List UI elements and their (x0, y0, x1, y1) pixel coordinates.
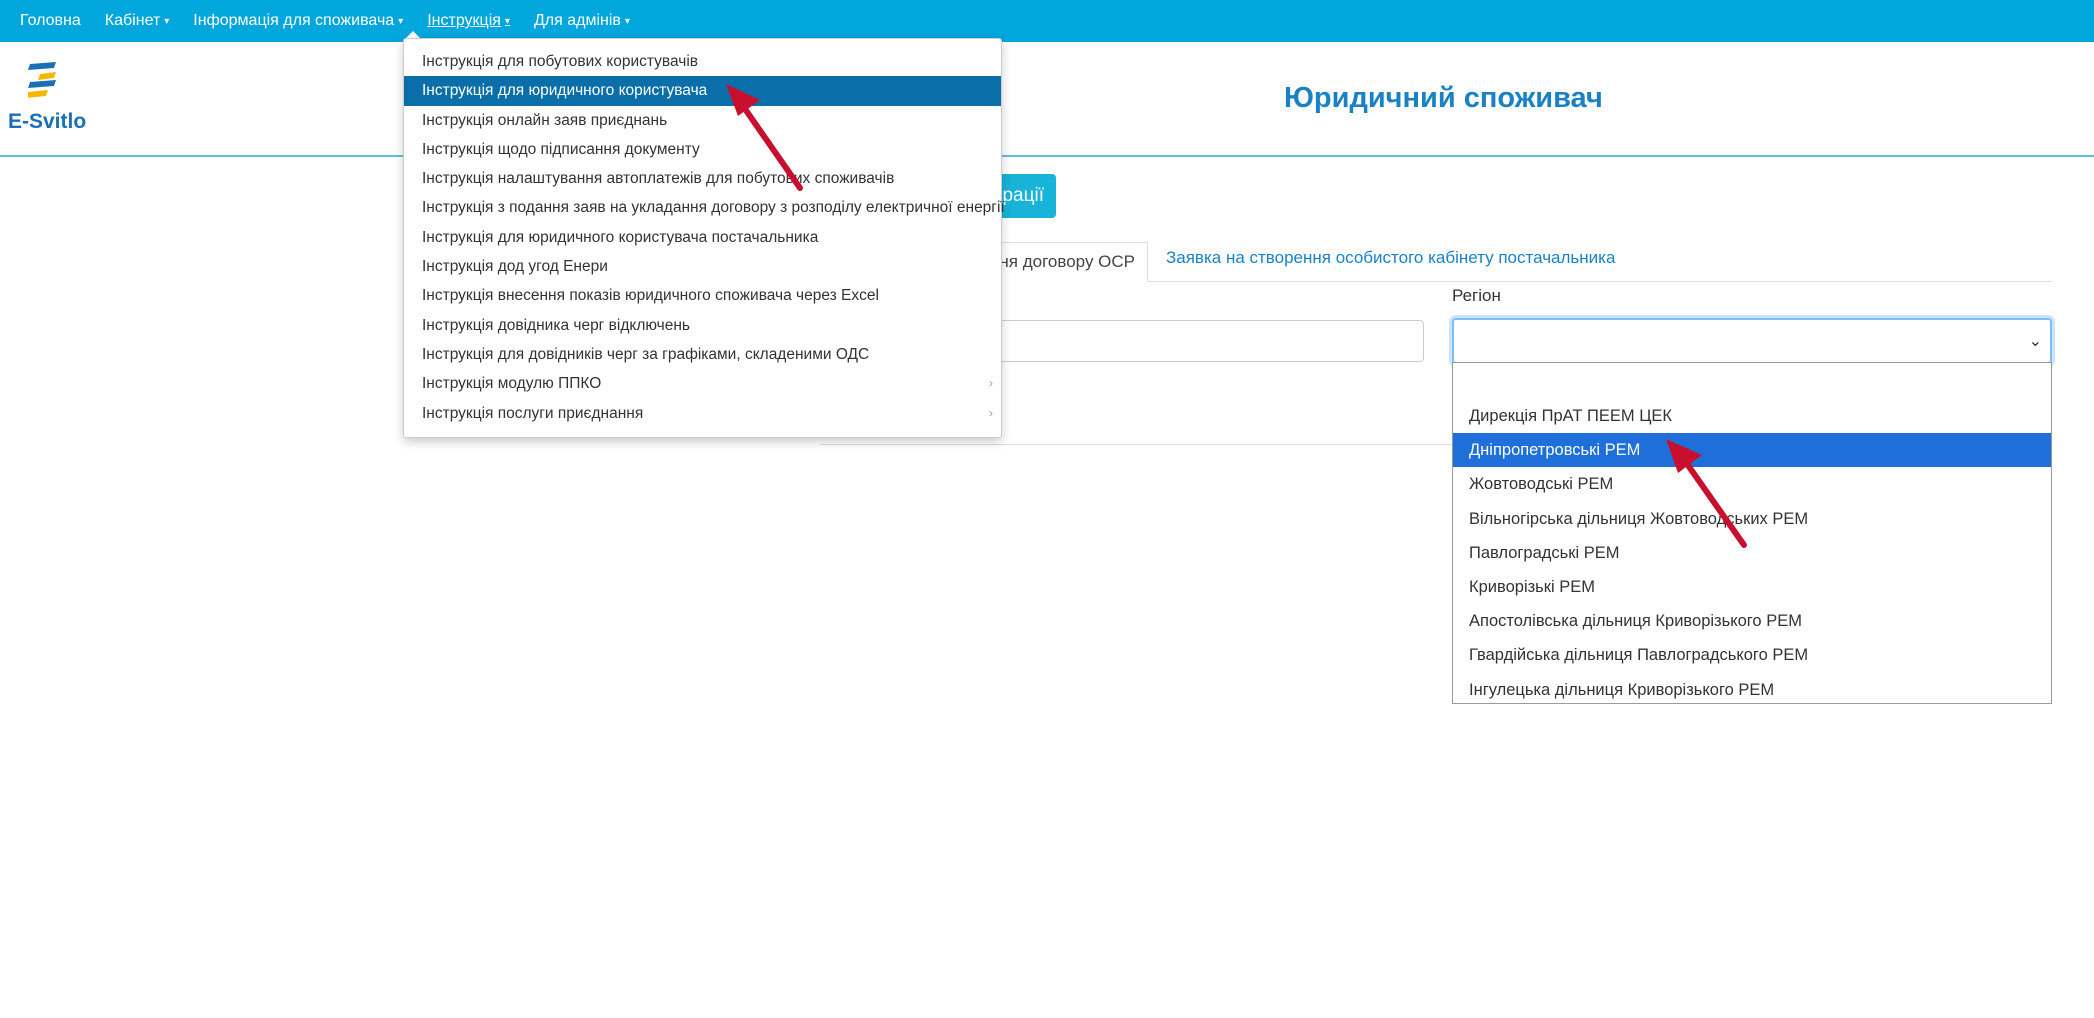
nav-item-admins[interactable]: Для адмінів ▾ (534, 12, 630, 30)
nav-item-label: Кабінет (104, 12, 161, 29)
menu-item-legal-user-instruction[interactable]: Інструкція для юридичного користувача (404, 76, 1001, 106)
logo-icon (28, 62, 56, 98)
menu-item-supplier-legal-instruction[interactable]: Інструкція для юридичного користувача по… (404, 223, 1001, 252)
menu-item-label: Інструкція модулю ППКО (422, 375, 602, 393)
region-option[interactable]: Жовтоводські РЕМ (1453, 467, 2051, 501)
nav-item-label: Головна (20, 12, 81, 29)
tab-label: ня договору ОСР (999, 252, 1135, 271)
form-divider (820, 444, 1452, 445)
region-option[interactable]: Павлоградські РЕМ (1453, 536, 2051, 570)
region-select[interactable]: ⌄ (1452, 318, 2052, 364)
menu-item-label: Інструкція налаштування автоплатежів для… (422, 170, 895, 188)
menu-item-label: Інструкція для довідників черг за графік… (422, 345, 870, 363)
menu-item-connection-service-instruction[interactable]: Інструкція послуги приєднання › (404, 399, 1001, 428)
menu-caret-icon (406, 31, 420, 38)
nav-item-cabinet[interactable]: Кабінет ▾ (105, 12, 170, 30)
menu-item-label: Інструкція з подання заяв на укладання д… (422, 199, 1005, 217)
menu-item-label: Інструкція для юридичного користувача (422, 82, 708, 100)
chevron-down-icon: ▾ (398, 15, 404, 27)
menu-item-label: Інструкція щодо підписання документу (422, 140, 700, 158)
menu-item-outage-queue-instruction[interactable]: Інструкція довідника черг відключень (404, 311, 1001, 340)
menu-item-enera-agreements-instruction[interactable]: Інструкція дод угод Енери (404, 252, 1001, 281)
menu-item-label: Інструкція дод угод Енери (422, 258, 608, 276)
page-header: E-Svitlo Юридичний споживач (0, 42, 2094, 157)
chevron-right-icon: › (989, 405, 993, 420)
nav-item-consumer-info[interactable]: Інформація для споживача ▾ (193, 12, 403, 30)
menu-item-label: Інструкція послуги приєднання (422, 404, 644, 422)
nav-item-instructions[interactable]: Інструкція ▾ (427, 12, 510, 30)
chevron-down-icon: ▾ (624, 15, 630, 27)
chevron-right-icon: › (989, 376, 993, 391)
menu-item-ods-schedule-instruction[interactable]: Інструкція для довідників черг за графік… (404, 340, 1001, 369)
region-option-empty[interactable] (1453, 363, 2051, 399)
logo-text: E-Svitlo (8, 110, 87, 133)
top-navbar: Головна Кабінет ▾ Інформація для спожива… (0, 0, 2094, 42)
region-option-selected[interactable]: Дніпропетровські РЕМ (1453, 433, 2051, 468)
menu-item-excel-readings-instruction[interactable]: Інструкція внесення показів юридичного с… (404, 281, 1001, 310)
region-option[interactable]: Апостолівська дільниця Криворізького РЕМ (1453, 604, 2051, 638)
menu-item-label: Інструкція онлайн заяв приєднань (422, 111, 668, 129)
region-label: Регіон (1452, 286, 1501, 305)
chevron-down-icon: ▾ (164, 15, 170, 27)
region-option[interactable]: Вільногірська дільниця Жовтоводських РЕМ (1453, 502, 2051, 536)
region-option[interactable]: Інгулецька дільниця Криворізького РЕМ (1453, 673, 2051, 707)
nav-item-label: Інформація для споживача (193, 12, 395, 29)
menu-item-ppko-instruction[interactable]: Інструкція модулю ППКО › (404, 369, 1001, 398)
menu-item-household-instruction[interactable]: Інструкція для побутових користувачів (404, 47, 1001, 76)
menu-item-label: Інструкція довідника черг відключень (422, 316, 690, 334)
instructions-dropdown-menu: Інструкція для побутових користувачів Ін… (403, 38, 1005, 438)
page-title: Юридичний споживач (1284, 82, 1603, 114)
chevron-down-icon: ⌄ (2028, 333, 2042, 350)
nav-item-label: Для адмінів (533, 12, 621, 29)
tab-supplier-cabinet-request[interactable]: Заявка на створення особистого кабінету … (1166, 248, 1615, 268)
nav-item-label: Інструкція (427, 12, 501, 29)
nav-item-home[interactable]: Головна (20, 12, 81, 30)
menu-item-online-connection-instruction[interactable]: Інструкція онлайн заяв приєднань (404, 106, 1001, 135)
region-option[interactable]: Криворізькі РЕМ (1453, 570, 2051, 604)
menu-item-label: Інструкція внесення показів юридичного с… (422, 287, 879, 305)
menu-item-contract-application-instruction[interactable]: Інструкція з подання заяв на укладання д… (404, 193, 1005, 222)
menu-item-label: Інструкція для побутових користувачів (422, 53, 699, 70)
chevron-down-icon: ▾ (504, 15, 510, 27)
region-option[interactable]: Дирекція ПрАТ ПЕЕМ ЦЕК (1453, 399, 2051, 433)
menu-item-autopay-instruction[interactable]: Інструкція налаштування автоплатежів для… (404, 164, 1001, 193)
region-options-list: Дирекція ПрАТ ПЕЕМ ЦЕК Дніпропетровські … (1452, 362, 2052, 704)
registration-button-label: рації (1002, 185, 1044, 206)
menu-item-signing-instruction[interactable]: Інструкція щодо підписання документу (404, 135, 1001, 164)
menu-item-label: Інструкція для юридичного користувача по… (422, 228, 819, 246)
text-input-field[interactable] (960, 320, 1424, 362)
region-option[interactable]: Гвардійська дільниця Павлоградського РЕМ (1453, 638, 2051, 672)
